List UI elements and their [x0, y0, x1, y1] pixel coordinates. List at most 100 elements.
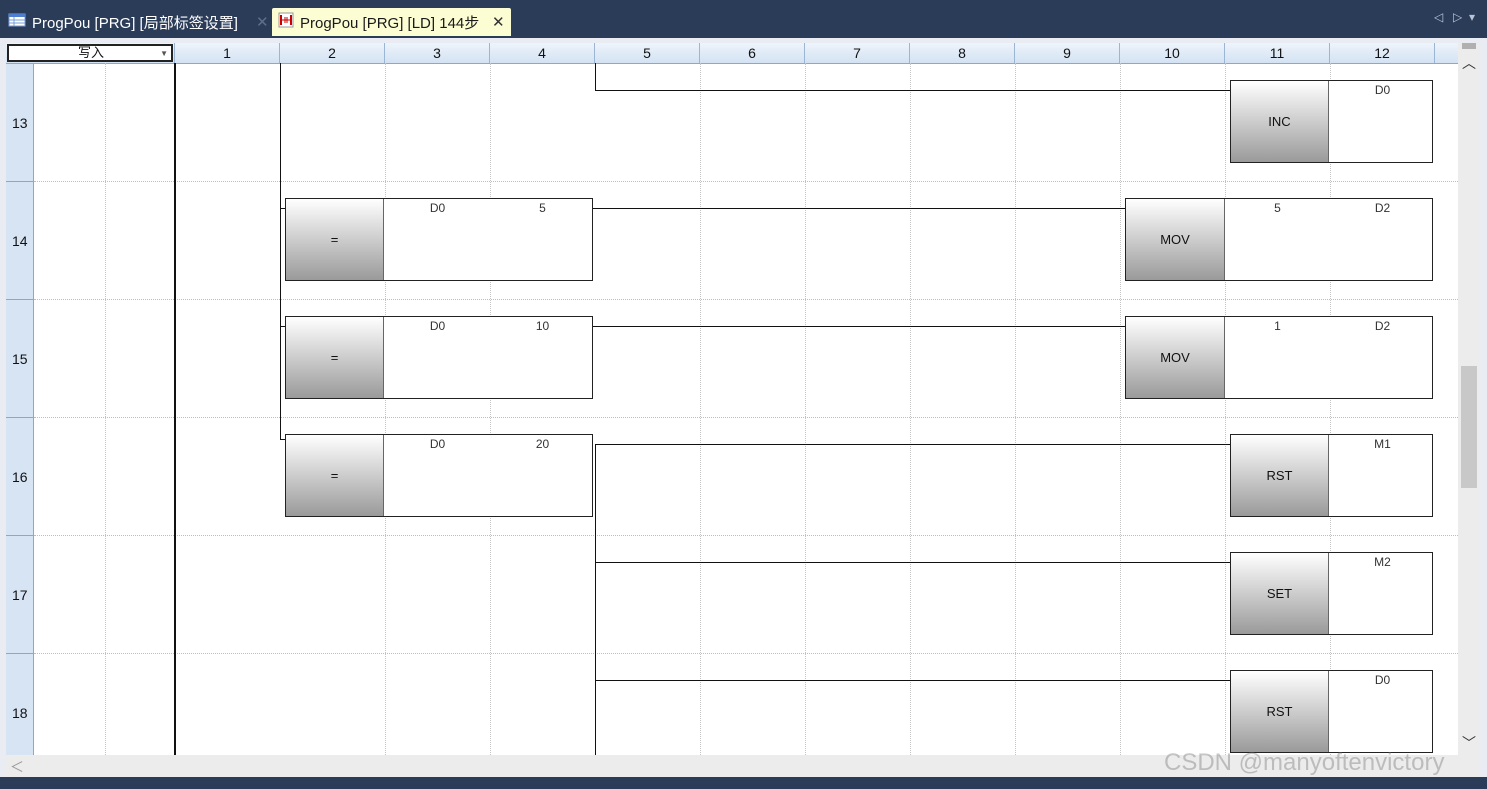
branch-wire	[595, 63, 596, 90]
operand-2: D2	[1374, 201, 1391, 215]
compare-block-eq[interactable]: = D0 5	[285, 198, 593, 281]
column-header-12[interactable]: 12	[1330, 43, 1435, 63]
grid-line	[385, 63, 386, 755]
operand-1: D0	[1374, 83, 1391, 97]
column-header-6[interactable]: 6	[700, 43, 805, 63]
operand-1: 1	[1274, 319, 1281, 333]
tab-label: ProgPou [PRG] [局部标签设置]	[32, 14, 238, 32]
function-block-inc[interactable]: INC D0	[1230, 80, 1433, 163]
function-block-mov[interactable]: MOV 5 D2	[1125, 198, 1433, 281]
operand-1: M1	[1374, 437, 1391, 451]
instruction-label: INC	[1231, 81, 1329, 162]
bottom-frame	[0, 777, 1487, 789]
row-header-13[interactable]: 13	[6, 64, 34, 182]
rung-wire	[593, 208, 1125, 209]
column-header-2[interactable]: 2	[280, 43, 385, 63]
function-block-mov[interactable]: MOV 1 D2	[1125, 316, 1433, 399]
tab-label: ProgPou [PRG] [LD] 144步	[300, 14, 480, 32]
grid-line	[910, 63, 911, 755]
grid-line	[1330, 63, 1331, 755]
instruction-label: RST	[1231, 435, 1329, 516]
operand-1: D0	[429, 201, 446, 215]
column-header-3[interactable]: 3	[385, 43, 490, 63]
instruction-label: =	[286, 317, 384, 398]
scroll-down-icon[interactable]: ﹀	[1462, 733, 1476, 753]
rung-wire	[595, 680, 1230, 681]
rung-wire	[595, 562, 1230, 563]
row-separator	[34, 417, 1458, 418]
row-header-15[interactable]: 15	[6, 300, 34, 418]
operand-1: D0	[429, 437, 446, 451]
function-block-rst[interactable]: RST M1	[1230, 434, 1433, 517]
scroll-up-icon[interactable]: ︿	[1462, 53, 1476, 73]
compare-block-eq[interactable]: = D0 20	[285, 434, 593, 517]
column-header-7[interactable]: 7	[805, 43, 910, 63]
left-power-rail	[174, 63, 176, 755]
column-header-8[interactable]: 8	[910, 43, 1015, 63]
row-separator	[34, 653, 1458, 654]
operand-1: 5	[1274, 201, 1281, 215]
ladder-grid[interactable]: 写入 ▼ 1 2 3 4 5 6 7 8 9 10 11 12 13 14 15…	[6, 43, 1458, 755]
scroll-left-icon[interactable]: ＜	[10, 757, 24, 777]
rung-wire	[595, 444, 1230, 445]
operand-2: 10	[535, 319, 550, 333]
scrollbar-top-marker	[1462, 43, 1476, 49]
row-separator	[34, 299, 1458, 300]
tab-close-icon[interactable]: ✕	[492, 13, 505, 31]
column-header-11[interactable]: 11	[1225, 43, 1330, 63]
scrollbar-thumb[interactable]	[1461, 366, 1477, 488]
function-block-rst[interactable]: RST D0	[1230, 670, 1433, 753]
tab-ladder-diagram[interactable]: ProgPou [PRG] [LD] 144步 ✕	[272, 8, 511, 36]
column-header-10[interactable]: 10	[1120, 43, 1225, 63]
instruction-label: RST	[1231, 671, 1329, 752]
watermark: CSDN @manyoftenvictory	[1164, 749, 1445, 776]
vertical-scrollbar[interactable]: ︿ ﹀	[1458, 43, 1480, 755]
operand-2: D2	[1374, 319, 1391, 333]
label-table-icon	[8, 12, 26, 32]
row-header-14[interactable]: 14	[6, 182, 34, 300]
grid-line	[1225, 63, 1226, 755]
ladder-editor: 写入 ▼ 1 2 3 4 5 6 7 8 9 10 11 12 13 14 15…	[0, 38, 1487, 789]
tab-local-label-settings[interactable]: ProgPou [PRG] [局部标签设置] ✕	[4, 8, 270, 36]
tab-close-icon[interactable]: ✕	[256, 13, 269, 31]
tab-next-icon[interactable]: ▷	[1453, 10, 1462, 24]
operand-1: D0	[1374, 673, 1391, 687]
grid-line	[105, 63, 106, 755]
instruction-label: MOV	[1126, 317, 1225, 398]
instruction-label: =	[286, 199, 384, 280]
column-header-4[interactable]: 4	[490, 43, 595, 63]
column-header: 写入 ▼ 1 2 3 4 5 6 7 8 9 10 11 12	[6, 43, 1458, 64]
rung-wire	[593, 326, 1125, 327]
grid-line	[490, 63, 491, 755]
compare-block-eq[interactable]: = D0 10	[285, 316, 593, 399]
rung-wire	[595, 90, 1230, 91]
column-header-5[interactable]: 5	[595, 43, 700, 63]
grid-line	[805, 63, 806, 755]
column-header-1[interactable]: 1	[175, 43, 280, 63]
operand-1: M2	[1374, 555, 1391, 569]
row-header-16[interactable]: 16	[6, 418, 34, 536]
row-header-18[interactable]: 18	[6, 654, 34, 755]
grid-line	[1120, 63, 1121, 755]
operand-2: 5	[539, 201, 546, 215]
tab-prev-icon[interactable]: ◁	[1434, 10, 1443, 24]
chevron-down-icon: ▼	[160, 49, 168, 58]
document-tab-bar: ProgPou [PRG] [局部标签设置] ✕ ProgPou [PRG] […	[0, 0, 1487, 38]
tab-menu-icon[interactable]: ▾	[1469, 10, 1475, 24]
grid-line	[700, 63, 701, 755]
grid-line	[1015, 63, 1016, 755]
branch-wire	[280, 63, 281, 439]
row-separator	[34, 181, 1458, 182]
instruction-label: =	[286, 435, 384, 516]
function-block-set[interactable]: SET M2	[1230, 552, 1433, 635]
column-header-9[interactable]: 9	[1015, 43, 1120, 63]
operand-2: 20	[535, 437, 550, 451]
mode-cell: 写入 ▼	[6, 43, 175, 63]
branch-wire	[595, 444, 596, 755]
instruction-label: SET	[1231, 553, 1329, 634]
mode-dropdown[interactable]: 写入 ▼	[7, 44, 173, 62]
mode-value: 写入	[77, 45, 104, 60]
instruction-label: MOV	[1126, 199, 1225, 280]
operand-1: D0	[429, 319, 446, 333]
row-header-17[interactable]: 17	[6, 536, 34, 654]
